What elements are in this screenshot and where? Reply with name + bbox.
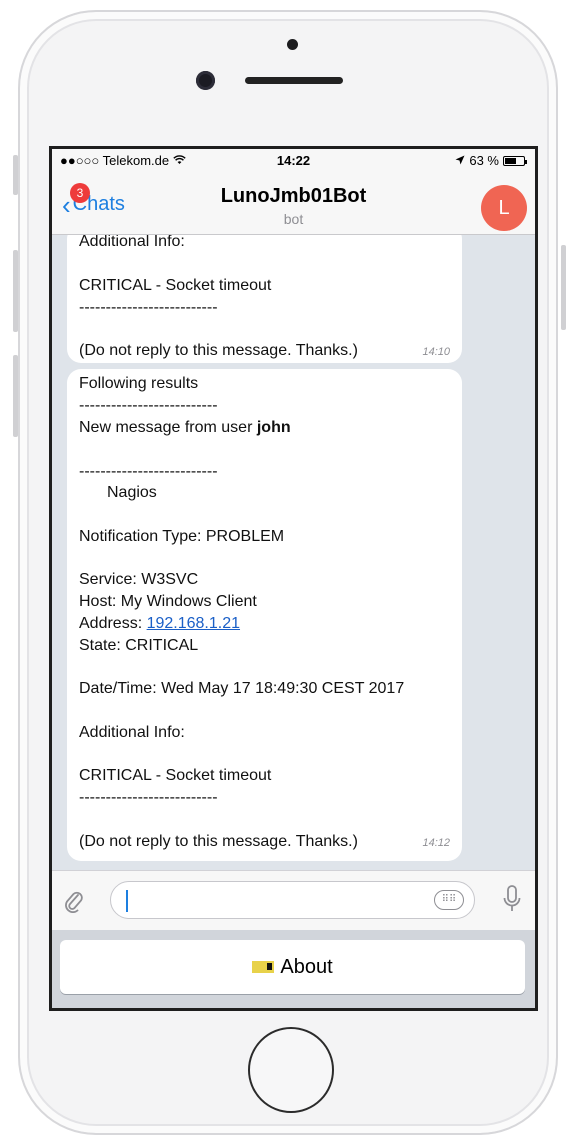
message-line: CRITICAL - Socket timeout [79,277,272,294]
username: john [256,419,291,436]
message-line: -------------------------- [79,789,218,806]
earpiece-speaker [245,77,343,84]
text-caret [126,890,128,912]
ip-address-link[interactable]: 192.168.1.21 [147,615,240,632]
message-line: -------------------------- [79,397,218,414]
battery-icon [503,155,527,166]
message-time: 14:12 [422,837,450,849]
bot-keyboard: About [52,930,535,1008]
volume-up-button [13,250,18,332]
about-button[interactable]: About [60,940,525,994]
message-time: 14:10 [422,346,450,358]
chat-title[interactable]: LunoJmb01Bot [52,185,535,208]
status-right: 63 % [455,153,527,168]
message-line: Service: W3SVC [79,571,199,588]
message-input[interactable]: ⠿⠿ [110,881,475,919]
chat-header: ‹ Chats 3 LunoJmb01Bot bot L [52,171,535,235]
screen: ●●○○○ Telekom.de 14:22 63 % ‹ Chats 3 Lu… [49,146,538,1011]
volume-down-button [13,355,18,437]
status-bar: ●●○○○ Telekom.de 14:22 63 % [52,149,535,171]
message-line: Address: 192.168.1.21 [79,615,241,632]
message-line: Date/Time: Wed May 17 18:49:30 CEST 2017 [79,680,405,697]
about-label: About [280,955,333,978]
front-camera [196,71,215,90]
message-line: -------------------------- [79,299,218,316]
home-button[interactable] [248,1027,334,1113]
message-list[interactable]: Additional Info: CRITICAL - Socket timeo… [52,235,535,870]
message-line: New message from user john [79,419,291,436]
paperclip-icon[interactable] [64,887,84,920]
message-line: Additional Info: [79,235,185,250]
message-line: CRITICAL - Socket timeout [79,767,272,784]
microphone-icon[interactable] [503,885,521,920]
message-line: (Do not reply to this message. Thanks.) [79,833,358,850]
message-bubble: Following results ----------------------… [67,369,462,861]
keyboard-icon[interactable]: ⠿⠿ [434,890,464,910]
avatar[interactable]: L [481,185,527,231]
message-line: (Do not reply to this message. Thanks.) [79,342,358,359]
message-line: State: CRITICAL [79,637,199,654]
location-arrow-icon [455,153,465,168]
composer: ⠿⠿ [52,870,535,931]
proximity-sensor [287,39,298,50]
battery-percent: 63 % [469,153,499,168]
card-emoji-icon [252,961,275,973]
message-line: Notification Type: PROBLEM [79,528,285,545]
message-line: Host: My Windows Client [79,593,257,610]
battery-level [505,157,517,164]
message-line: Following results [79,375,199,392]
message-line: -------------------------- [79,463,218,480]
message-bubble: Additional Info: CRITICAL - Socket timeo… [67,235,462,363]
power-button [561,245,566,330]
mute-switch [13,155,18,195]
chat-subtitle: bot [283,211,304,227]
message-line: Nagios [107,484,157,501]
message-line: Additional Info: [79,724,185,741]
